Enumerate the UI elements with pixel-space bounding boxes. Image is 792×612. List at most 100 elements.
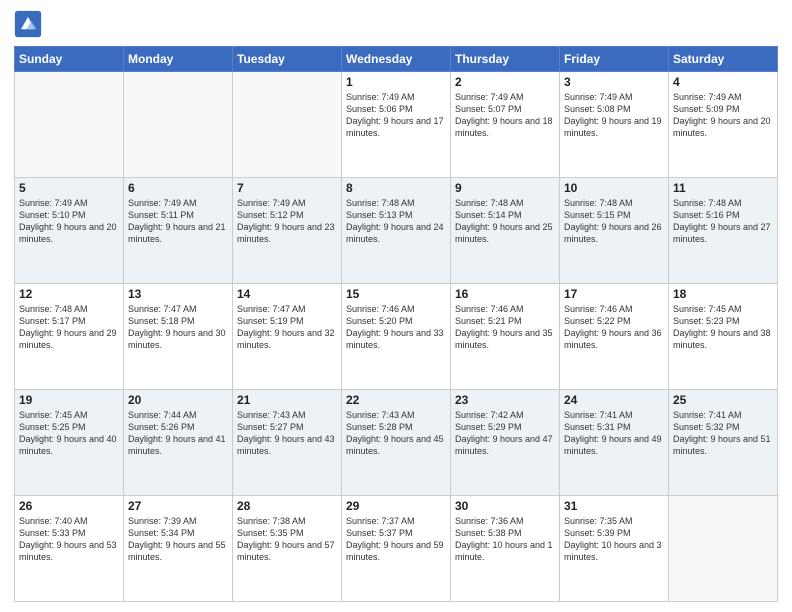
day-number: 23 [455, 393, 555, 407]
calendar-cell [15, 72, 124, 178]
day-info: Sunrise: 7:43 AM Sunset: 5:27 PM Dayligh… [237, 409, 337, 458]
calendar-cell: 24Sunrise: 7:41 AM Sunset: 5:31 PM Dayli… [560, 390, 669, 496]
day-info: Sunrise: 7:49 AM Sunset: 5:08 PM Dayligh… [564, 91, 664, 140]
day-info: Sunrise: 7:39 AM Sunset: 5:34 PM Dayligh… [128, 515, 228, 564]
day-number: 4 [673, 75, 773, 89]
day-info: Sunrise: 7:49 AM Sunset: 5:12 PM Dayligh… [237, 197, 337, 246]
day-info: Sunrise: 7:48 AM Sunset: 5:13 PM Dayligh… [346, 197, 446, 246]
day-number: 5 [19, 181, 119, 195]
day-number: 21 [237, 393, 337, 407]
calendar-cell: 13 Sunrise: 7:47 AM Sunset: 5:18 PM Dayli… [124, 284, 233, 390]
day-number: 9 [455, 181, 555, 195]
day-number: 17 [564, 287, 664, 301]
calendar-cell: 5Sunrise: 7:49 AM Sunset: 5:10 PM Daylig… [15, 178, 124, 284]
header [14, 10, 778, 38]
day-number: 24 [564, 393, 664, 407]
calendar-cell: 1 Sunrise: 7:49 AM Sunset: 5:06 PM Daylig… [342, 72, 451, 178]
weekday-header: Thursday [451, 47, 560, 72]
day-number: 13 [128, 287, 228, 301]
day-info: Sunrise: 7:49 AM Sunset: 5:07 PM Dayligh… [455, 91, 555, 140]
day-info: Sunrise: 7:49 AM Sunset: 5:11 PM Dayligh… [128, 197, 228, 246]
calendar-cell: 30 Sunrise: 7:36 AM Sunset: 5:38 PM Dayli… [451, 496, 560, 602]
weekday-header: Sunday [15, 47, 124, 72]
calendar-cell: 11 Sunrise: 7:48 AM Sunset: 5:16 PM Dayli… [669, 178, 778, 284]
calendar-cell: 22 Sunrise: 7:43 AM Sunset: 5:28 PM Dayli… [342, 390, 451, 496]
day-number: 1 [346, 75, 446, 89]
calendar-cell: 31Sunrise: 7:35 AM Sunset: 5:39 PM Dayli… [560, 496, 669, 602]
day-number: 27 [128, 499, 228, 513]
day-info: Sunrise: 7:36 AM Sunset: 5:38 PM Dayligh… [455, 515, 555, 564]
day-info: Sunrise: 7:47 AM Sunset: 5:18 PM Dayligh… [128, 303, 228, 352]
calendar: SundayMondayTuesdayWednesdayThursdayFrid… [14, 46, 778, 602]
calendar-cell: 29Sunrise: 7:37 AM Sunset: 5:37 PM Dayli… [342, 496, 451, 602]
calendar-week-row: 1 Sunrise: 7:49 AM Sunset: 5:06 PM Daylig… [15, 72, 778, 178]
day-info: Sunrise: 7:48 AM Sunset: 5:15 PM Dayligh… [564, 197, 664, 246]
calendar-cell: 18 Sunrise: 7:45 AM Sunset: 5:23 PM Dayli… [669, 284, 778, 390]
day-number: 11 [673, 181, 773, 195]
calendar-cell [669, 496, 778, 602]
calendar-header-row: SundayMondayTuesdayWednesdayThursdayFrid… [15, 47, 778, 72]
day-number: 18 [673, 287, 773, 301]
calendar-cell: 20 Sunrise: 7:44 AM Sunset: 5:26 PM Dayli… [124, 390, 233, 496]
day-info: Sunrise: 7:38 AM Sunset: 5:35 PM Dayligh… [237, 515, 337, 564]
day-number: 14 [237, 287, 337, 301]
calendar-cell: 26 Sunrise: 7:40 AM Sunset: 5:33 PM Dayli… [15, 496, 124, 602]
logo-icon [14, 10, 42, 38]
day-number: 16 [455, 287, 555, 301]
weekday-header: Wednesday [342, 47, 451, 72]
day-number: 19 [19, 393, 119, 407]
weekday-header: Saturday [669, 47, 778, 72]
calendar-cell: 16Sunrise: 7:46 AM Sunset: 5:21 PM Dayli… [451, 284, 560, 390]
day-number: 15 [346, 287, 446, 301]
calendar-cell: 12 Sunrise: 7:48 AM Sunset: 5:17 PM Dayli… [15, 284, 124, 390]
calendar-cell [124, 72, 233, 178]
calendar-cell: 2 Sunrise: 7:49 AM Sunset: 5:07 PM Daylig… [451, 72, 560, 178]
calendar-body: 1 Sunrise: 7:49 AM Sunset: 5:06 PM Daylig… [15, 72, 778, 602]
weekday-header: Friday [560, 47, 669, 72]
calendar-cell: 23 Sunrise: 7:42 AM Sunset: 5:29 PM Dayli… [451, 390, 560, 496]
calendar-cell: 15Sunrise: 7:46 AM Sunset: 5:20 PM Dayli… [342, 284, 451, 390]
calendar-cell: 17 Sunrise: 7:46 AM Sunset: 5:22 PM Dayli… [560, 284, 669, 390]
calendar-week-row: 12 Sunrise: 7:48 AM Sunset: 5:17 PM Dayli… [15, 284, 778, 390]
calendar-cell: 9 Sunrise: 7:48 AM Sunset: 5:14 PM Daylig… [451, 178, 560, 284]
day-number: 20 [128, 393, 228, 407]
day-info: Sunrise: 7:45 AM Sunset: 5:25 PM Dayligh… [19, 409, 119, 458]
calendar-cell [233, 72, 342, 178]
day-info: Sunrise: 7:48 AM Sunset: 5:14 PM Dayligh… [455, 197, 555, 246]
calendar-cell: 4 Sunrise: 7:49 AM Sunset: 5:09 PM Daylig… [669, 72, 778, 178]
calendar-cell: 10 Sunrise: 7:48 AM Sunset: 5:15 PM Dayli… [560, 178, 669, 284]
day-number: 28 [237, 499, 337, 513]
day-number: 12 [19, 287, 119, 301]
calendar-week-row: 26 Sunrise: 7:40 AM Sunset: 5:33 PM Dayli… [15, 496, 778, 602]
day-info: Sunrise: 7:42 AM Sunset: 5:29 PM Dayligh… [455, 409, 555, 458]
day-info: Sunrise: 7:46 AM Sunset: 5:22 PM Dayligh… [564, 303, 664, 352]
page: SundayMondayTuesdayWednesdayThursdayFrid… [0, 0, 792, 612]
calendar-cell: 21 Sunrise: 7:43 AM Sunset: 5:27 PM Dayli… [233, 390, 342, 496]
day-number: 3 [564, 75, 664, 89]
calendar-cell: 14 Sunrise: 7:47 AM Sunset: 5:19 PM Dayli… [233, 284, 342, 390]
calendar-cell: 8 Sunrise: 7:48 AM Sunset: 5:13 PM Daylig… [342, 178, 451, 284]
calendar-cell: 6Sunrise: 7:49 AM Sunset: 5:11 PM Daylig… [124, 178, 233, 284]
day-info: Sunrise: 7:47 AM Sunset: 5:19 PM Dayligh… [237, 303, 337, 352]
day-info: Sunrise: 7:43 AM Sunset: 5:28 PM Dayligh… [346, 409, 446, 458]
day-info: Sunrise: 7:35 AM Sunset: 5:39 PM Dayligh… [564, 515, 664, 564]
day-number: 2 [455, 75, 555, 89]
calendar-cell: 25Sunrise: 7:41 AM Sunset: 5:32 PM Dayli… [669, 390, 778, 496]
day-info: Sunrise: 7:40 AM Sunset: 5:33 PM Dayligh… [19, 515, 119, 564]
calendar-week-row: 19 Sunrise: 7:45 AM Sunset: 5:25 PM Dayli… [15, 390, 778, 496]
day-info: Sunrise: 7:48 AM Sunset: 5:16 PM Dayligh… [673, 197, 773, 246]
weekday-header: Monday [124, 47, 233, 72]
calendar-week-row: 5Sunrise: 7:49 AM Sunset: 5:10 PM Daylig… [15, 178, 778, 284]
day-number: 10 [564, 181, 664, 195]
day-number: 26 [19, 499, 119, 513]
calendar-cell: 27 Sunrise: 7:39 AM Sunset: 5:34 PM Dayli… [124, 496, 233, 602]
day-info: Sunrise: 7:44 AM Sunset: 5:26 PM Dayligh… [128, 409, 228, 458]
day-number: 30 [455, 499, 555, 513]
day-info: Sunrise: 7:48 AM Sunset: 5:17 PM Dayligh… [19, 303, 119, 352]
day-number: 8 [346, 181, 446, 195]
day-info: Sunrise: 7:49 AM Sunset: 5:06 PM Dayligh… [346, 91, 446, 140]
weekday-header: Tuesday [233, 47, 342, 72]
day-number: 22 [346, 393, 446, 407]
day-info: Sunrise: 7:45 AM Sunset: 5:23 PM Dayligh… [673, 303, 773, 352]
day-info: Sunrise: 7:49 AM Sunset: 5:09 PM Dayligh… [673, 91, 773, 140]
